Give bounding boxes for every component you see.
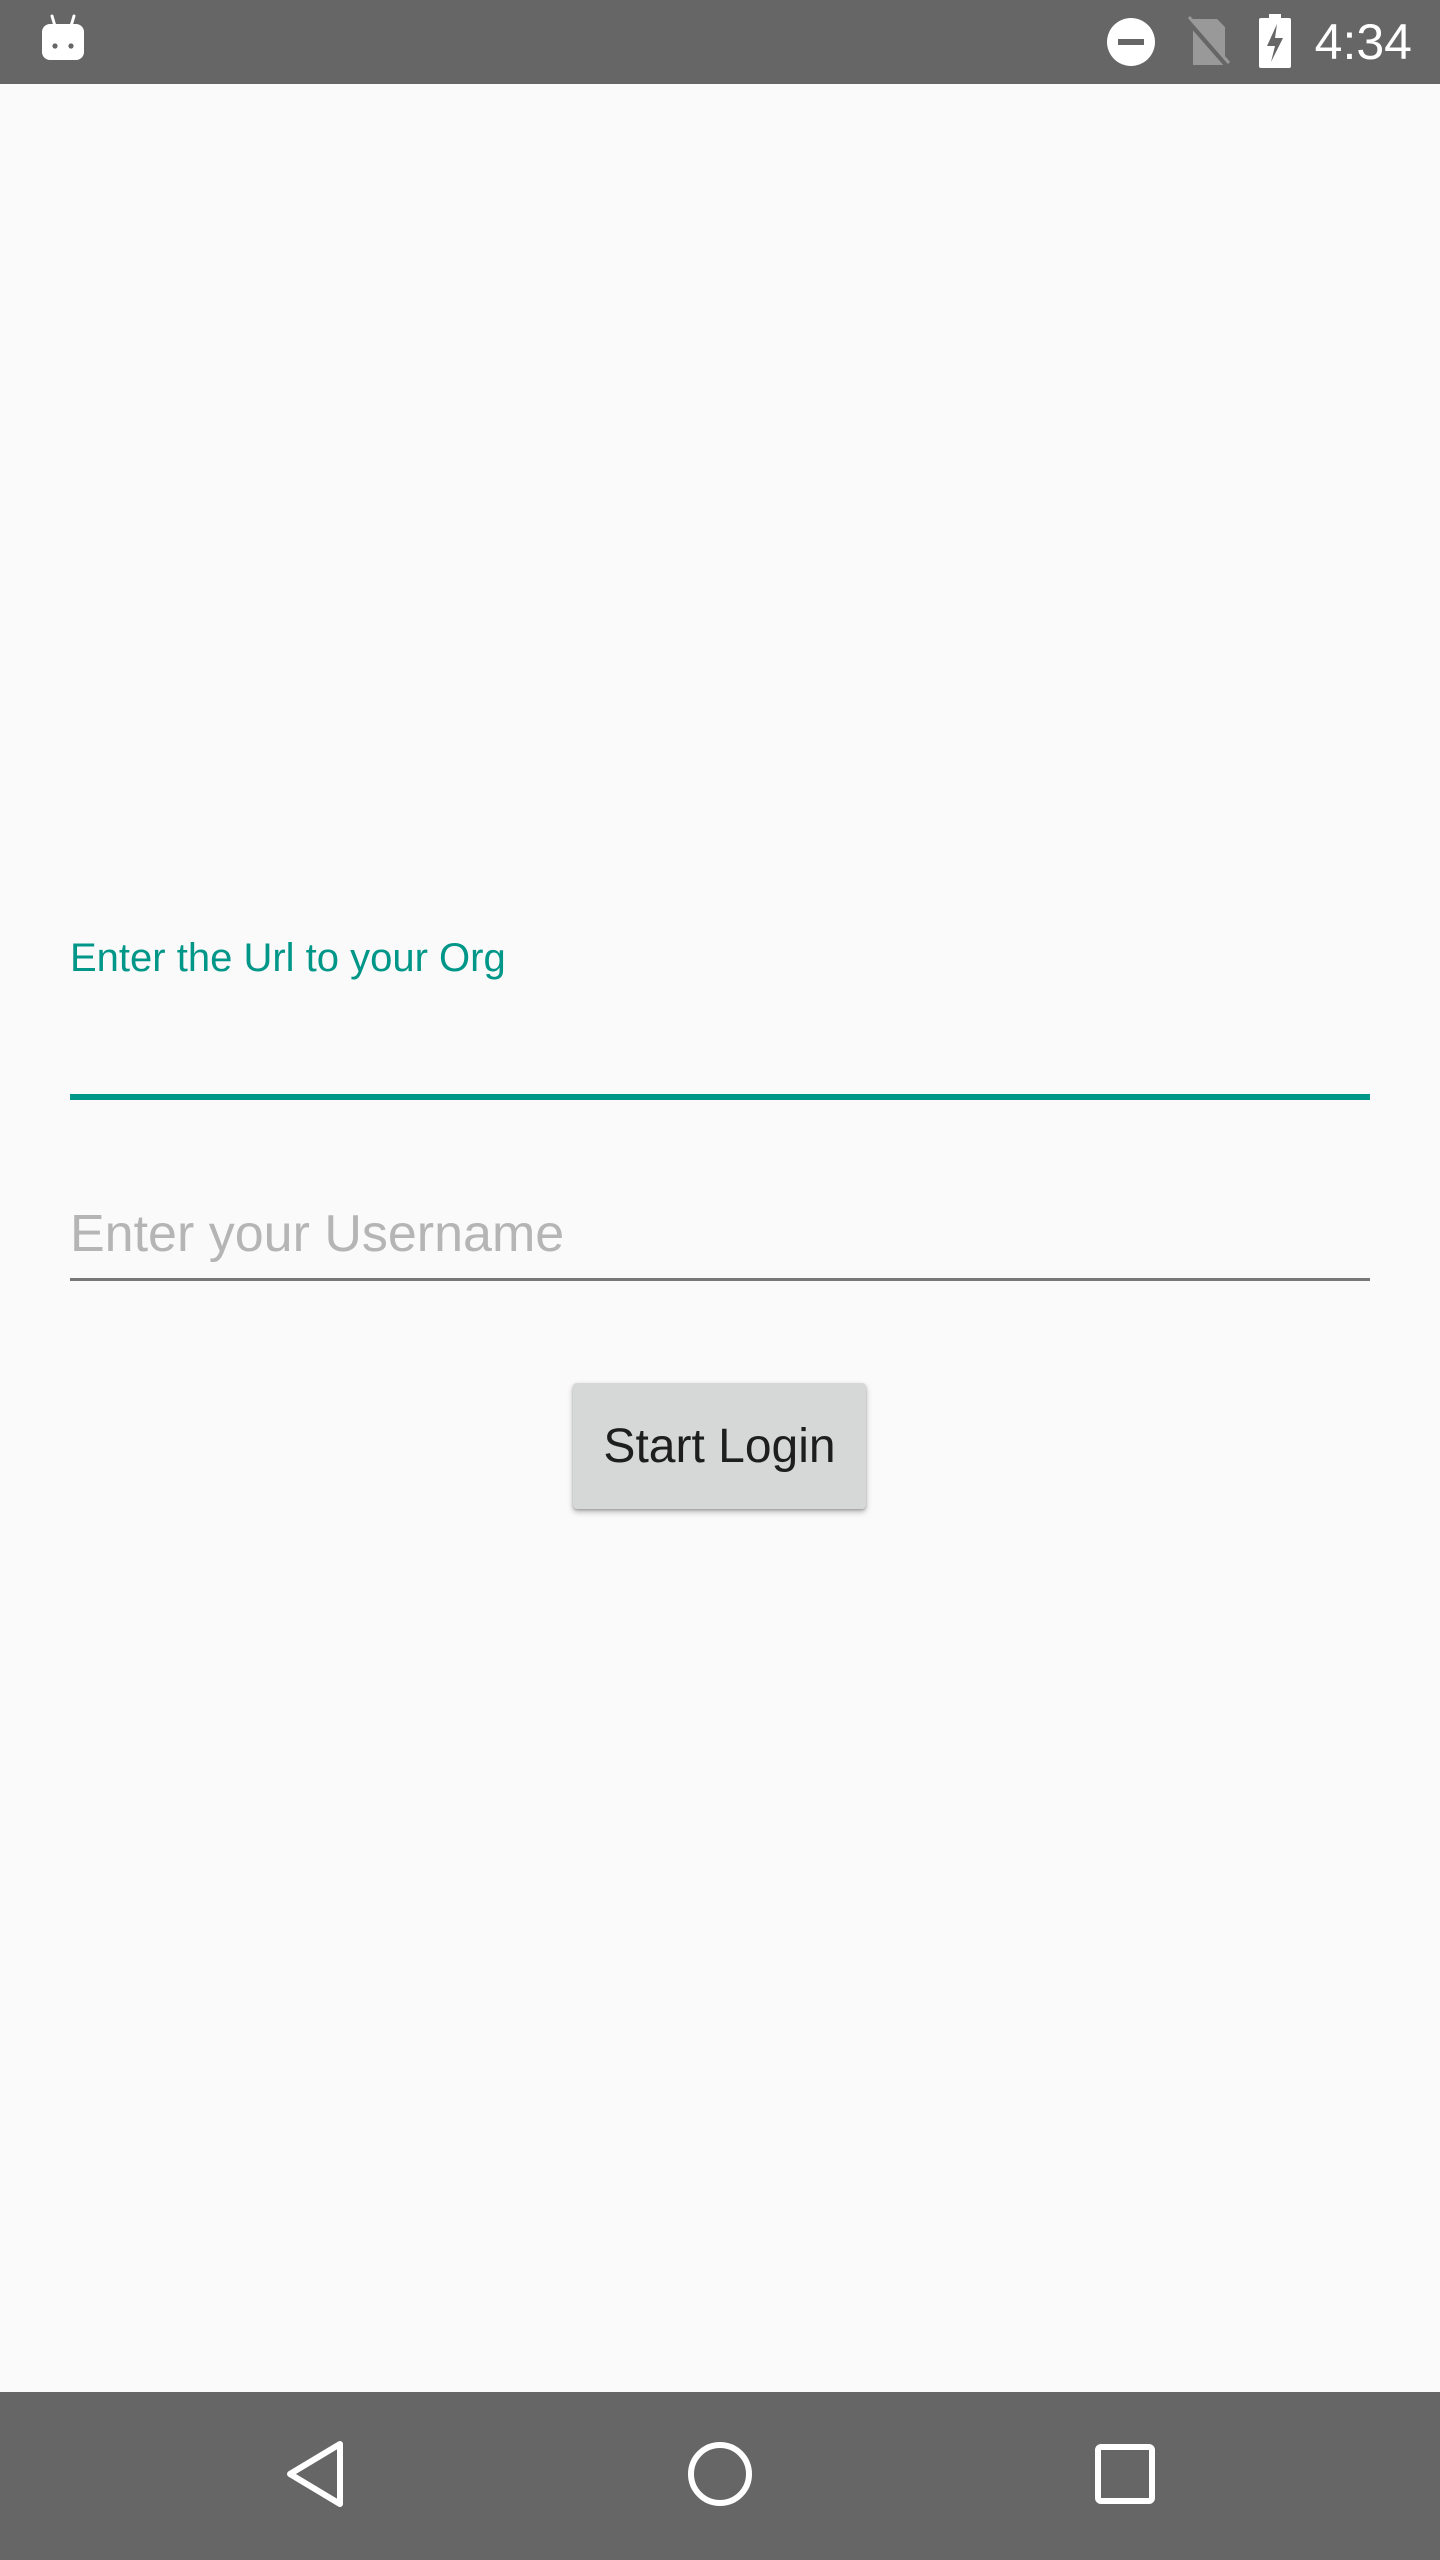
org-url-field[interactable]: Enter the Url to your Org <box>70 930 1370 1104</box>
org-url-input[interactable] <box>70 990 1370 1086</box>
android-debug-icon <box>40 14 86 66</box>
home-button[interactable] <box>640 2392 800 2560</box>
battery-charging-icon <box>1257 14 1293 70</box>
status-bar: 4:34 <box>0 0 1440 84</box>
username-underline <box>70 1278 1370 1281</box>
username-field[interactable] <box>70 1190 1370 1282</box>
org-url-label: Enter the Url to your Org <box>70 936 506 980</box>
username-input[interactable] <box>70 1190 1370 1278</box>
home-icon <box>685 2439 755 2514</box>
org-url-underline <box>70 1094 1370 1100</box>
recents-icon <box>1093 2442 1157 2511</box>
back-button[interactable] <box>236 2392 396 2560</box>
no-sim-icon <box>1183 15 1231 69</box>
do-not-disturb-icon <box>1105 16 1157 68</box>
start-login-button[interactable]: Start Login <box>573 1383 866 1509</box>
navigation-bar <box>0 2392 1440 2560</box>
back-icon <box>284 2438 348 2515</box>
status-icons: 4:34 <box>1079 0 1412 84</box>
status-clock: 4:34 <box>1314 14 1412 70</box>
recents-button[interactable] <box>1045 2392 1205 2560</box>
